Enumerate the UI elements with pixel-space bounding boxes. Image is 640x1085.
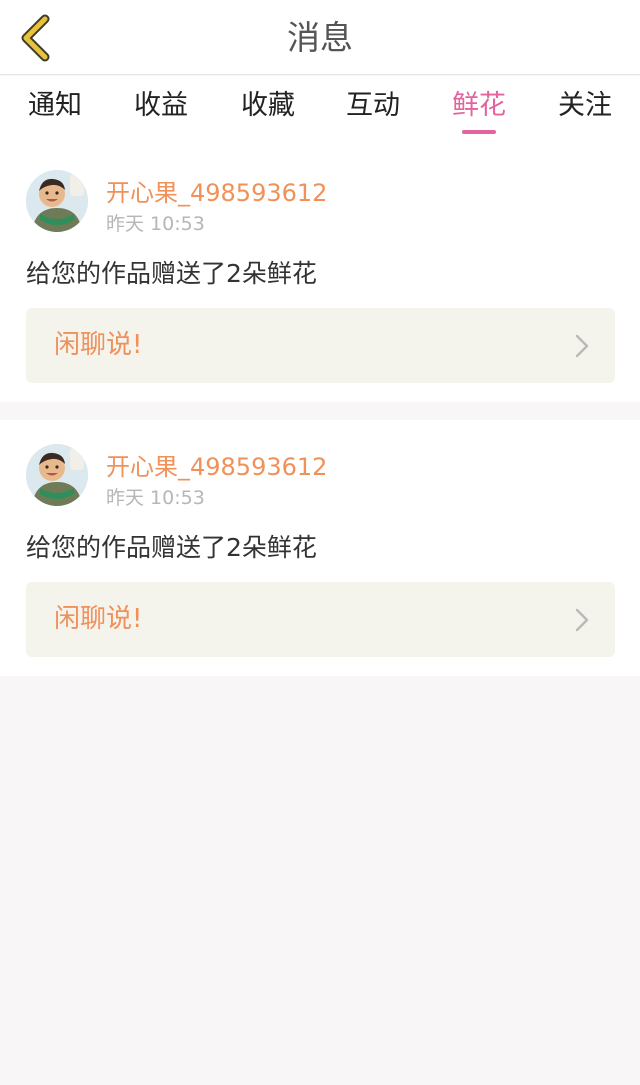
avatar-image	[26, 444, 88, 506]
app-header: 消息	[0, 0, 640, 75]
tab-label: 关注	[558, 90, 612, 121]
message-card: 开心果_498593612 昨天 10:53 给您的作品赠送了2朵鲜花 闲聊说!	[0, 420, 640, 676]
tab-label: 收藏	[241, 90, 295, 121]
chat-label: 闲聊说!	[54, 604, 143, 634]
tab-interactions[interactable]: 互动	[328, 76, 418, 146]
tab-label: 互动	[346, 90, 400, 121]
page-title: 消息	[287, 18, 353, 57]
tab-label: 通知	[28, 90, 82, 121]
avatar[interactable]	[26, 444, 88, 506]
tab-follows[interactable]: 关注	[540, 76, 630, 146]
tab-bar: 通知 收益 收藏 互动 鲜花 关注	[0, 76, 640, 146]
avatar-image	[26, 170, 88, 232]
message-text: 给您的作品赠送了2朵鲜花	[26, 533, 317, 562]
avatar[interactable]	[26, 170, 88, 232]
tab-flowers[interactable]: 鲜花	[434, 76, 524, 146]
sender-name[interactable]: 开心果_498593612	[106, 447, 327, 482]
tab-earnings[interactable]: 收益	[116, 76, 206, 146]
active-tab-indicator	[462, 130, 496, 134]
sender-name[interactable]: 开心果_498593612	[106, 173, 327, 208]
chat-button[interactable]: 闲聊说!	[26, 308, 615, 383]
tab-favorites[interactable]: 收藏	[223, 76, 313, 146]
chat-button[interactable]: 闲聊说!	[26, 582, 615, 657]
chevron-right-icon	[575, 334, 589, 358]
tab-notifications[interactable]: 通知	[10, 76, 100, 146]
message-text: 给您的作品赠送了2朵鲜花	[26, 259, 317, 288]
message-card: 开心果_498593612 昨天 10:53 给您的作品赠送了2朵鲜花 闲聊说!	[0, 146, 640, 402]
chat-label: 闲聊说!	[54, 330, 143, 360]
message-time: 昨天 10:53	[106, 213, 205, 235]
chevron-right-icon	[575, 608, 589, 632]
message-time: 昨天 10:53	[106, 487, 205, 509]
tab-label: 鲜花	[452, 90, 506, 121]
tab-label: 收益	[134, 90, 188, 121]
